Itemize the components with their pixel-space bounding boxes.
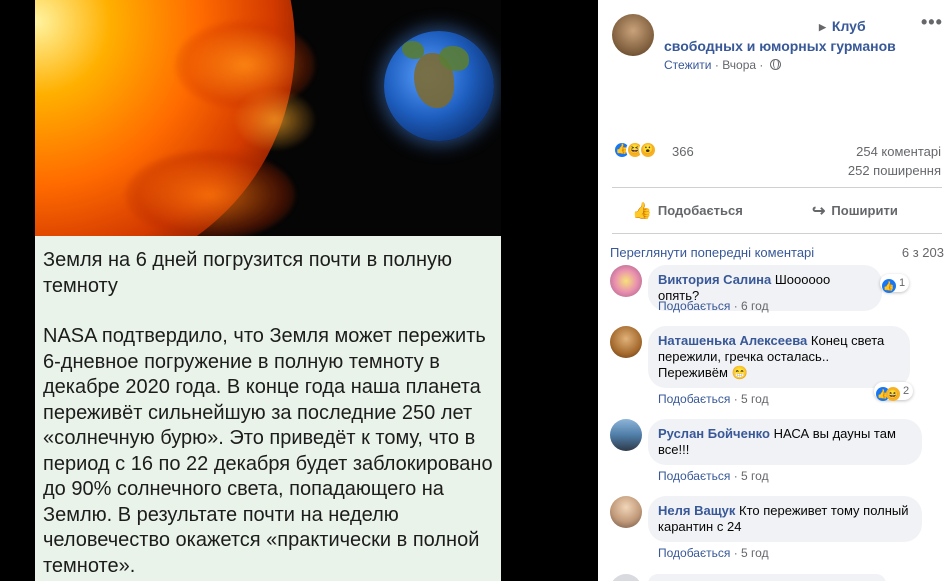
shares-count[interactable]: 252 поширення — [848, 163, 941, 178]
share-button-label: Поширити — [831, 203, 898, 218]
comment-time[interactable]: 5 год — [741, 546, 769, 560]
share-arrow-icon: ↪ — [812, 203, 826, 220]
post-header: ▶ Клуб свободных и юморных гурманов Стежи… — [598, 0, 952, 80]
continent-shape — [402, 41, 424, 59]
comment-author[interactable]: Наташенька Алексеева — [658, 333, 807, 348]
comment-reaction-badge[interactable]: 👍😆 2 — [874, 382, 914, 401]
comment-meta: Подобається · 5 год — [658, 392, 769, 406]
comment-author[interactable]: Руслан Бойченко — [658, 426, 770, 441]
comment-meta: Подобається · 5 год — [658, 469, 769, 483]
comment-bubble: Руслан Бойченко НАСА вы дауны там все!!! — [648, 419, 922, 465]
post-stats: 👍 😆 😮 366 254 коментарі 252 поширення — [598, 137, 952, 185]
view-previous-comments-link[interactable]: Переглянути попередні коментарі — [610, 245, 814, 260]
caret-right-icon: ▶ — [819, 22, 826, 32]
comment-meta: Подобається · 6 год — [658, 299, 769, 313]
comment-like-link[interactable]: Подобається — [658, 392, 730, 406]
avatar[interactable] — [610, 496, 642, 528]
earth-graphic — [384, 31, 494, 141]
avatar[interactable] — [610, 419, 642, 451]
comments-shown-count: 6 з 203 — [901, 245, 944, 260]
comment-reaction-count: 1 — [899, 277, 906, 289]
haha-reaction-icon: 😆 — [886, 387, 900, 401]
avatar[interactable] — [610, 326, 642, 358]
header-top-crop — [598, 0, 952, 12]
like-button-label: Подобається — [657, 203, 743, 218]
divider — [612, 233, 942, 234]
avatar[interactable] — [610, 574, 642, 581]
group-avatar[interactable] — [612, 14, 654, 56]
comment-reaction-count: 2 — [903, 385, 910, 397]
photo-viewer: Земля на 6 дней погрузится почти в полну… — [0, 0, 598, 581]
like-reaction-icon: 👍 — [882, 279, 896, 293]
thumbs-up-icon: 👍 — [632, 203, 652, 220]
comment-author[interactable]: Неля Ващук — [658, 503, 735, 518]
comment-bubble: Наташенька Алексеева Конец света пережил… — [648, 326, 910, 388]
comment-reaction-badge[interactable]: 👍 1 — [880, 274, 910, 293]
comment-bubble: Неля Ващук Кто переживет тому полный кар… — [648, 496, 922, 542]
solar-flare — [235, 90, 315, 150]
follow-button[interactable]: Стежити — [664, 58, 712, 72]
comment-bubble — [648, 574, 886, 581]
divider — [612, 187, 942, 188]
meta-separator: · — [759, 58, 767, 72]
group-name-link[interactable]: ▶ Клуб свободных и юморных гурманов — [664, 17, 914, 56]
like-button[interactable]: 👍 Подобається — [632, 195, 743, 227]
photo-caption-area: Земля на 6 дней погрузится почти в полну… — [35, 236, 501, 581]
comment-time[interactable]: 5 год — [741, 392, 769, 406]
comment-time[interactable]: 5 год — [741, 469, 769, 483]
solar-flare — [125, 150, 295, 236]
post-time[interactable]: Вчора — [722, 58, 756, 72]
comment-like-link[interactable]: Подобається — [658, 546, 730, 560]
photo-headline: Земля на 6 дней погрузится почти в полну… — [43, 249, 453, 297]
group-name: Клуб свободных и юморных гурманов — [664, 18, 896, 54]
comment-like-link[interactable]: Подобається — [658, 469, 730, 483]
more-options-icon[interactable]: ••• — [921, 12, 943, 33]
post-photo[interactable]: Земля на 6 дней погрузится почти в полну… — [35, 0, 501, 581]
comment-author[interactable]: Виктория Салина — [658, 272, 771, 287]
globe-icon — [769, 59, 781, 70]
photo-body-text: NASA подтвердило, что Земля может пережи… — [43, 325, 493, 577]
reactions-count[interactable]: 366 — [672, 144, 694, 159]
sun-earth-image — [35, 0, 501, 236]
post-actions: 👍 Подобається ↪ Поширити — [612, 195, 942, 227]
share-button[interactable]: ↪ Поширити — [812, 195, 898, 227]
avatar[interactable] — [610, 265, 642, 297]
comment-like-link[interactable]: Подобається — [658, 299, 730, 313]
comment-meta: Подобається · 5 год — [658, 546, 769, 560]
comments-count[interactable]: 254 коментарі — [856, 144, 941, 159]
wow-reaction-icon: 😮 — [639, 141, 657, 159]
comments-header: Переглянути попередні коментарі 6 з 203 — [610, 245, 950, 260]
post-meta: Стежити · Вчора · — [664, 58, 781, 72]
facebook-photo-theater: Земля на 6 дней погрузится почти в полну… — [0, 0, 952, 581]
comment-time[interactable]: 6 год — [741, 299, 769, 313]
post-side-panel: ▶ Клуб свободных и юморных гурманов Стежи… — [598, 0, 952, 581]
